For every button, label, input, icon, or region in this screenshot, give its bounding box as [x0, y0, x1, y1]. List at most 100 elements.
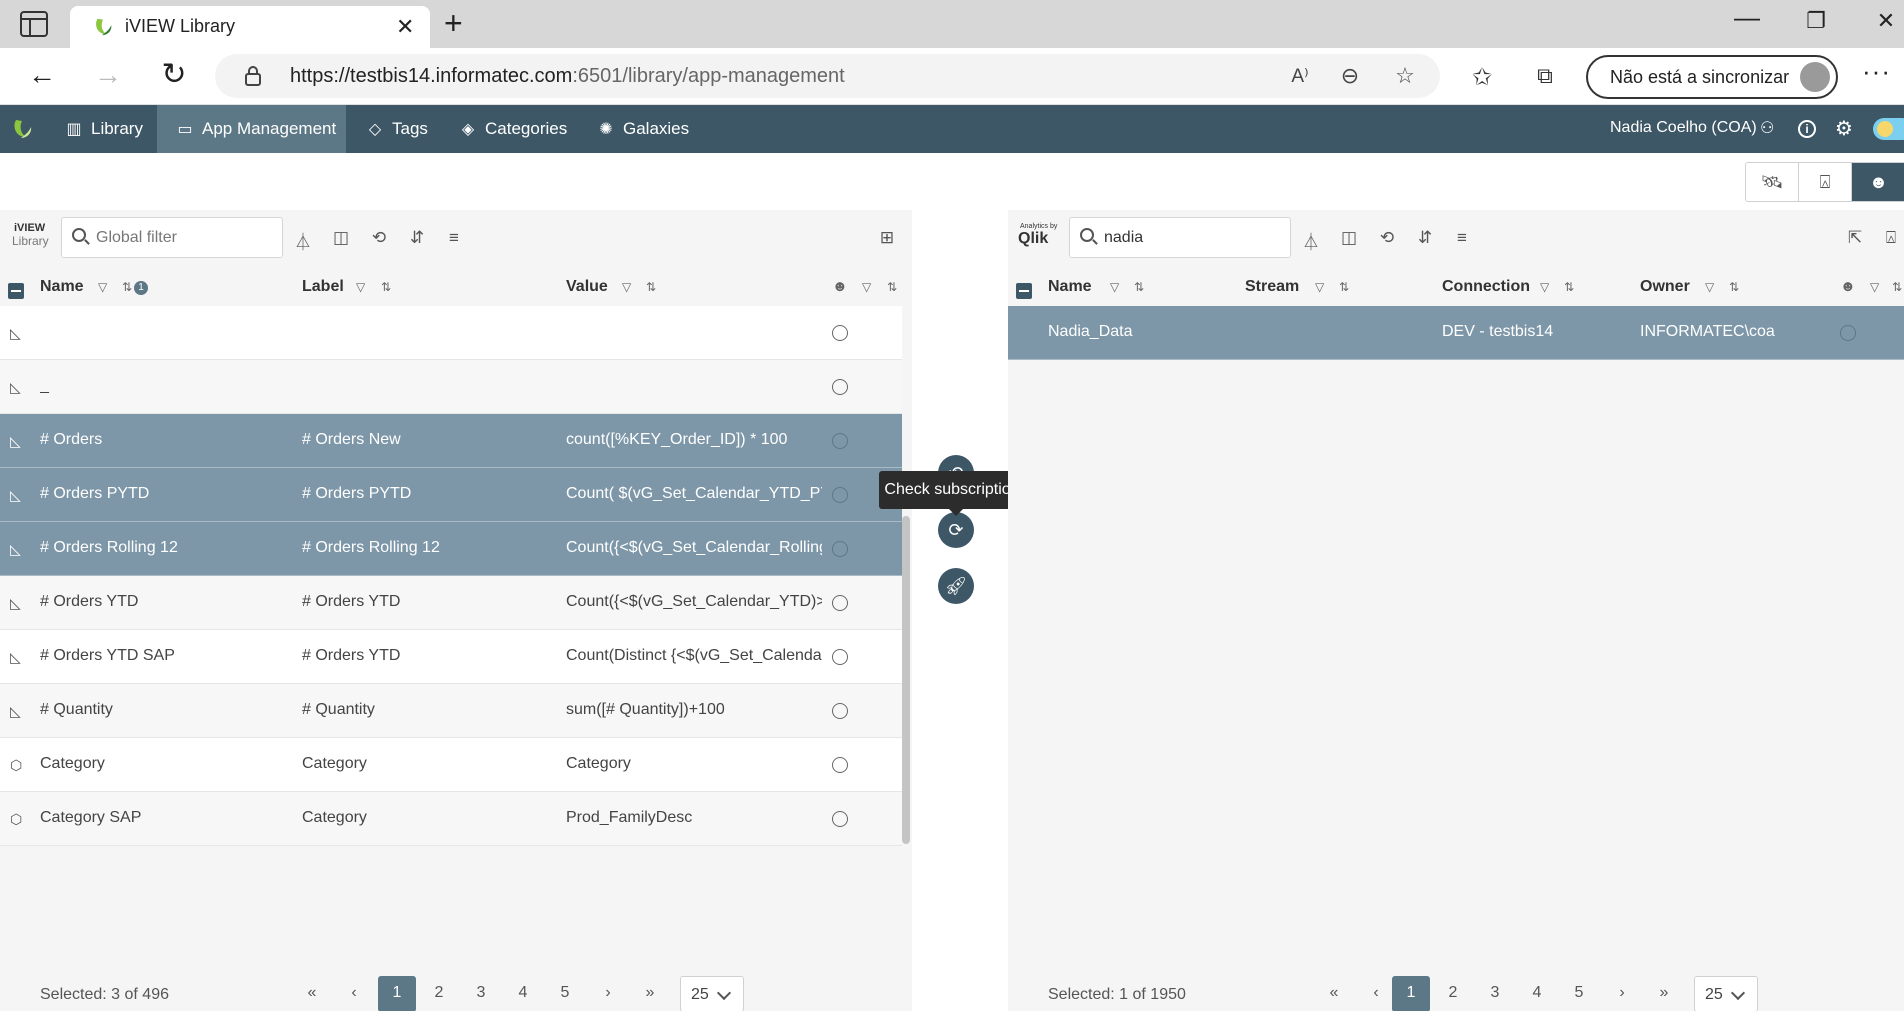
new-tab-icon[interactable]: + — [444, 6, 463, 40]
satellite-icon[interactable]: 🛰︎ — [1746, 163, 1799, 201]
more-options-icon[interactable]: ··· — [1862, 56, 1891, 87]
column-stream[interactable]: Stream — [1245, 278, 1299, 296]
subscription-radio[interactable] — [832, 379, 848, 395]
nav-library[interactable]: ▥ Library — [62, 105, 143, 153]
page-size-select[interactable]: 25 — [1694, 976, 1758, 1011]
prev-page-icon[interactable]: ‹ — [1357, 976, 1395, 1011]
close-tab-icon[interactable]: ✕ — [396, 14, 414, 40]
filter-icon[interactable]: ⏃ — [1300, 228, 1322, 253]
table-row[interactable]: ◺ — [0, 306, 902, 360]
column-value[interactable]: Value — [566, 278, 608, 296]
column-owner[interactable]: Owner — [1640, 278, 1690, 296]
page-4[interactable]: 4 — [504, 976, 542, 1011]
search-input[interactable] — [1104, 226, 1284, 250]
subscription-radio[interactable] — [832, 541, 848, 557]
sort-icon[interactable]: ⇅ — [1339, 280, 1349, 294]
qlik-search[interactable] — [1069, 217, 1291, 258]
subscription-radio[interactable] — [832, 811, 848, 827]
table-row[interactable]: ◺ # Orders YTD SAP # Orders YTD Count(Disti… — [0, 630, 902, 684]
add-favorite-icon[interactable]: ☆ — [1390, 63, 1420, 89]
subscription-radio[interactable] — [1840, 325, 1856, 341]
theme-toggle[interactable] — [1873, 118, 1904, 140]
minimize-window-icon[interactable]: — — [1727, 2, 1767, 33]
wrap-text-icon[interactable]: ≡ — [443, 228, 465, 248]
filter-icon[interactable]: ▽ — [1315, 280, 1324, 294]
nav-categories[interactable]: ◈ Categories — [456, 105, 567, 153]
select-all-checkbox[interactable] — [8, 283, 24, 299]
tab-actions-icon[interactable] — [20, 11, 48, 37]
filter-icon[interactable]: ⏃ — [292, 228, 314, 253]
next-page-icon[interactable]: › — [1603, 976, 1641, 1011]
nav-galaxies[interactable]: ✺ Galaxies — [594, 105, 689, 153]
hierarchy-icon[interactable]: ⊞ — [876, 228, 898, 248]
url-field[interactable]: https://testbis14.informatec.com:6501/li… — [215, 54, 1440, 98]
subscription-radio[interactable] — [832, 595, 848, 611]
page-2[interactable]: 2 — [420, 976, 458, 1011]
forward-arrow-icon[interactable]: → — [90, 58, 126, 94]
favorites-icon[interactable]: ✩ — [1467, 63, 1497, 92]
sort-icon[interactable]: ⇅ — [122, 280, 132, 294]
scrollbar-thumb[interactable] — [902, 516, 910, 844]
column-label[interactable]: Label — [302, 278, 344, 296]
row-height-icon[interactable]: ⇵ — [1414, 228, 1436, 248]
page-size-select[interactable]: 25 — [680, 976, 744, 1011]
filter-icon[interactable]: ▽ — [622, 280, 631, 294]
sort-icon[interactable]: ⇅ — [1729, 280, 1739, 294]
column-name[interactable]: Name — [1048, 278, 1092, 296]
table-row[interactable]: ◺ # Orders YTD # Orders YTD Count({<$(vG_Se… — [0, 576, 902, 630]
table-row[interactable]: ◺ # Orders PYTD # Orders PYTD Count( $(vG_S… — [0, 468, 902, 522]
restore-window-icon[interactable]: ❐ — [1796, 8, 1836, 34]
table-row[interactable]: ◺ _ — [0, 360, 902, 414]
last-page-icon[interactable]: » — [631, 976, 669, 1011]
table-row[interactable]: Nadia_Data DEV - testbis14 INFORMATEC\coa — [1008, 306, 1904, 360]
page-1[interactable]: 1 — [1392, 976, 1430, 1011]
collections-icon[interactable]: ⧉ — [1530, 63, 1560, 89]
subscription-radio[interactable] — [832, 433, 848, 449]
table-row[interactable]: ⬡ Category SAP Category Prod_FamilyDesc — [0, 792, 902, 846]
info-icon[interactable]: i — [1798, 120, 1816, 138]
profile-sync-button[interactable]: Não está a sincronizar — [1586, 55, 1838, 99]
next-page-icon[interactable]: › — [589, 976, 627, 1011]
astronaut-icon[interactable]: ☻ — [1852, 163, 1904, 201]
zoom-out-icon[interactable]: ⊖ — [1335, 63, 1365, 89]
wrap-text-icon[interactable]: ≡ — [1451, 228, 1473, 248]
filter-icon[interactable]: ▽ — [356, 280, 365, 294]
column-connection[interactable]: Connection — [1442, 278, 1530, 296]
refresh-icon[interactable]: ⟲ — [1376, 228, 1398, 248]
subscription-radio[interactable] — [832, 487, 848, 503]
refresh-icon[interactable]: ⟲ — [368, 228, 390, 248]
table-row[interactable]: ◺ # Quantity # Quantity sum([# Quantity])+1… — [0, 684, 902, 738]
filter-icon[interactable]: ▽ — [1540, 280, 1549, 294]
iview-logo-icon[interactable] — [10, 117, 34, 141]
table-row[interactable]: ◺ # Orders # Orders New count([%KEY_Order_I… — [0, 414, 902, 468]
browser-tab[interactable]: iVIEW Library ✕ — [70, 6, 430, 48]
filter-icon[interactable]: ▽ — [98, 280, 107, 294]
stamp-icon[interactable]: ⍓ — [1799, 163, 1852, 201]
subscription-radio[interactable] — [832, 325, 848, 341]
filter-icon[interactable]: ▽ — [1870, 280, 1879, 294]
filter-icon[interactable]: ▽ — [1110, 280, 1119, 294]
sort-icon[interactable]: ⇅ — [646, 280, 656, 294]
refresh-icon[interactable]: ↻ — [156, 58, 192, 94]
close-window-icon[interactable]: ✕ — [1866, 8, 1904, 34]
columns-icon[interactable]: ◫ — [330, 228, 352, 248]
filter-icon[interactable]: ▽ — [862, 280, 871, 294]
page-5[interactable]: 5 — [1560, 976, 1598, 1011]
table-row[interactable]: ⬡ Category Category Category — [0, 738, 902, 792]
nav-tags[interactable]: ◇ Tags — [363, 105, 428, 153]
select-all-checkbox[interactable] — [1016, 283, 1032, 299]
column-name[interactable]: Name — [40, 278, 84, 296]
gear-icon[interactable]: ⚙ — [1835, 116, 1853, 141]
search-input[interactable] — [96, 226, 276, 250]
open-external-icon[interactable]: ⇱ — [1844, 228, 1866, 248]
sort-icon[interactable]: ⇅ — [1134, 280, 1144, 294]
page-5[interactable]: 5 — [546, 976, 584, 1011]
sort-icon[interactable]: ⇅ — [381, 280, 391, 294]
read-aloud-icon[interactable]: A⁾ — [1285, 65, 1315, 88]
subscription-radio[interactable] — [832, 757, 848, 773]
sort-icon[interactable]: ⇅ — [887, 280, 897, 294]
table-row[interactable]: ◺ # Orders Rolling 12 # Orders Rolling 12 C… — [0, 522, 902, 576]
publish-rocket-button[interactable]: 🚀︎ — [938, 568, 974, 604]
page-1[interactable]: 1 — [378, 976, 416, 1011]
columns-icon[interactable]: ◫ — [1338, 228, 1360, 248]
